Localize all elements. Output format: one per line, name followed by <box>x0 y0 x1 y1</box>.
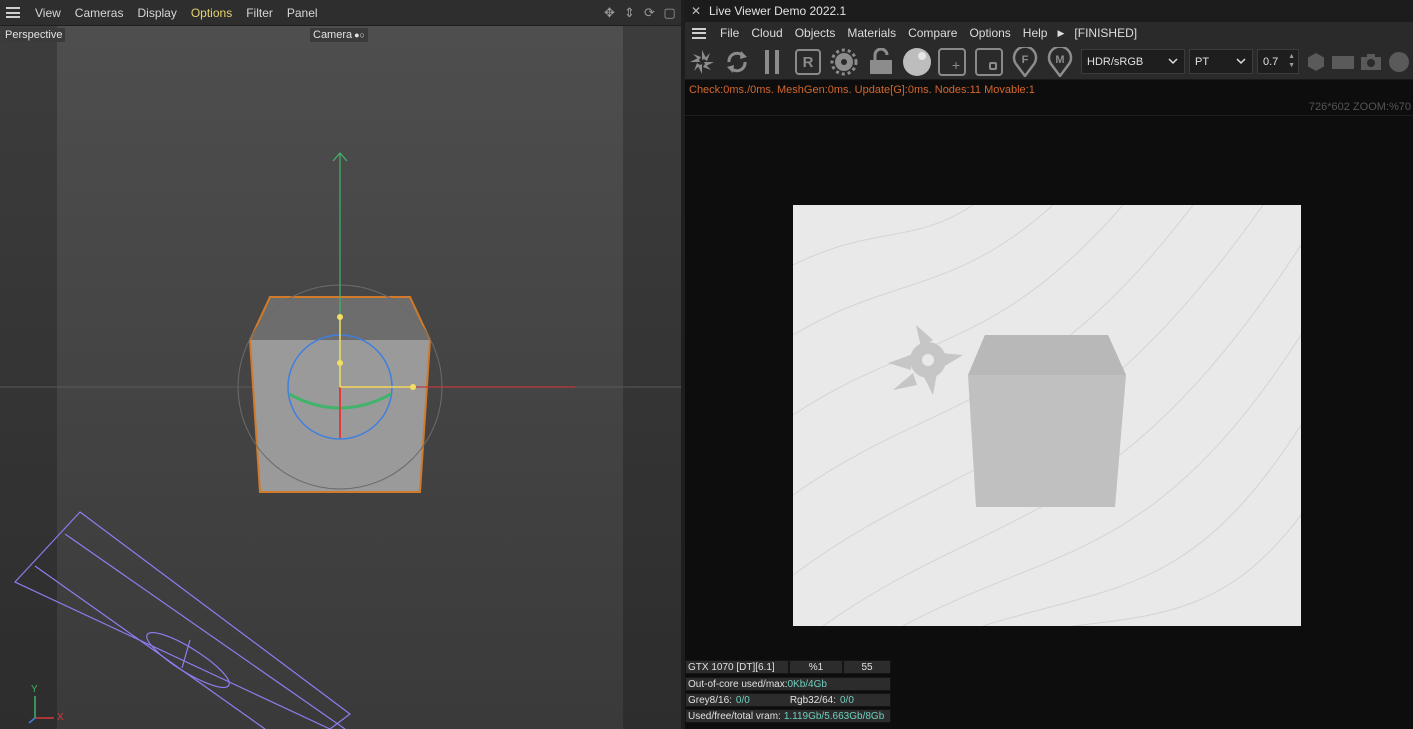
hamburger-menu-icon[interactable] <box>6 7 20 18</box>
live-viewer-panel: ✕ Live Viewer Demo 2022.1 File Cloud Obj… <box>685 0 1413 729</box>
pause-icon[interactable] <box>760 48 784 76</box>
gizmo-z <box>28 717 36 724</box>
grey-label: Grey8/16: <box>688 694 732 706</box>
kernel-select[interactable]: PT <box>1189 49 1253 74</box>
scene-drawing <box>0 152 681 729</box>
editor-viewport-panel: View Cameras Display Options Filter Pane… <box>0 0 681 729</box>
svg-text:M: M <box>1055 54 1064 66</box>
circle-icon[interactable] <box>1387 48 1411 76</box>
r-icon[interactable]: R <box>795 49 821 75</box>
live-viewer-toolbar: R + F M HDR/sRGB PT 0.7 ▲ ▼ <box>685 44 1413 80</box>
colorspace-value: HDR/sRGB <box>1087 55 1144 68</box>
gpu-temperature: 55 <box>843 660 891 674</box>
svg-text:F: F <box>1022 54 1029 66</box>
hexagon-icon[interactable] <box>1305 48 1327 76</box>
f-pin-icon[interactable]: F <box>1011 47 1039 77</box>
live-viewer-menubar: File Cloud Objects Materials Compare Opt… <box>685 22 1413 44</box>
refresh-icon[interactable] <box>721 48 753 76</box>
rendered-scene <box>793 205 1301 626</box>
rotate-view-icon[interactable]: ⟳ <box>642 5 657 20</box>
handle-dot-top <box>337 314 343 320</box>
vram-label: Used/free/total vram: <box>688 710 781 722</box>
texture-stat: Grey8/16: 0/0 Rgb32/64: 0/0 <box>685 693 891 707</box>
menu-panel[interactable]: Panel <box>280 6 325 20</box>
menu-display[interactable]: Display <box>130 6 183 20</box>
vram-stat: Used/free/total vram: 1.119Gb/5.663Gb/8Gb <box>685 709 891 723</box>
handle-dot-mid <box>337 360 343 366</box>
rgb-value: 0/0 <box>839 694 854 706</box>
add-region-icon[interactable]: + <box>938 48 966 76</box>
move-view-icon[interactable]: ✥ <box>602 5 617 20</box>
rendered-cube-top <box>968 335 1126 375</box>
more-arrow-icon[interactable]: ▶ <box>1053 28 1068 39</box>
grey-value: 0/0 <box>735 694 750 706</box>
colorspace-select[interactable]: HDR/sRGB <box>1081 49 1185 74</box>
chevron-down-icon <box>1236 58 1246 65</box>
camera-toggle-icon: ●○ <box>354 30 365 40</box>
out-of-core-stat: Out-of-core used/max: 0Kb/4Gb <box>685 677 891 691</box>
sphere-icon[interactable] <box>901 48 933 76</box>
menu-view[interactable]: View <box>28 6 68 20</box>
viewport-menubar: View Cameras Display Options Filter Pane… <box>0 0 681 26</box>
octane-logo-icon[interactable] <box>687 48 717 76</box>
camera-snapshot-icon[interactable] <box>1359 48 1383 76</box>
live-viewer-titlebar: ✕ Live Viewer Demo 2022.1 <box>685 0 1413 22</box>
kernel-value: PT <box>1195 55 1210 68</box>
camera-wireframe <box>13 511 352 729</box>
status-divider <box>685 115 1413 116</box>
dolly-view-icon[interactable]: ⇕ <box>622 5 637 20</box>
vram-value: 1.119Gb/5.663Gb/8Gb <box>783 710 885 722</box>
menu-options[interactable]: Options <box>963 26 1016 40</box>
3d-viewport[interactable]: Perspective Camera ●○ Y X <box>0 26 681 729</box>
viewport-projection-label[interactable]: Perspective <box>2 28 66 42</box>
axis-label-x: X <box>57 712 64 723</box>
gpu-name: GTX 1070 [DT][6.1] <box>685 660 789 674</box>
menu-options[interactable]: Options <box>184 6 239 20</box>
maximize-view-icon[interactable]: ▢ <box>662 5 677 20</box>
close-icon[interactable]: ✕ <box>687 4 705 18</box>
gear-icon[interactable] <box>829 48 859 76</box>
menu-materials[interactable]: Materials <box>841 26 902 40</box>
hamburger-menu-icon[interactable] <box>692 27 706 39</box>
camera-label[interactable]: Camera ●○ <box>310 28 368 42</box>
gpu-percent: %1 <box>789 660 843 674</box>
unlock-icon[interactable] <box>867 48 895 76</box>
chevron-down-icon <box>1168 58 1178 65</box>
menu-file[interactable]: File <box>714 26 745 40</box>
menu-filter[interactable]: Filter <box>239 6 280 20</box>
render-status-text: Check:0ms./0ms. MeshGen:0ms. Update[G]:0… <box>689 84 1035 96</box>
rectangle-icon[interactable] <box>1331 48 1355 76</box>
ooc-value: 0Kb/4Gb <box>787 678 827 690</box>
menu-help[interactable]: Help <box>1017 26 1054 40</box>
m-pin-icon[interactable]: M <box>1046 47 1074 77</box>
menu-cloud[interactable]: Cloud <box>745 26 788 40</box>
menu-cameras[interactable]: Cameras <box>68 6 131 20</box>
ooc-label: Out-of-core used/max: <box>688 678 788 690</box>
render-state: [FINISHED] <box>1074 26 1138 40</box>
rgb-label: Rgb32/64: <box>789 694 836 706</box>
zoom-readout: 726*602 ZOOM:%70 <box>1308 101 1411 113</box>
focus-region-icon[interactable] <box>975 48 1003 76</box>
axis-label-y: Y <box>31 684 38 695</box>
menu-objects[interactable]: Objects <box>789 26 842 40</box>
camera-label-text: Camera <box>313 29 353 41</box>
menu-compare[interactable]: Compare <box>902 26 963 40</box>
render-image[interactable] <box>793 205 1301 626</box>
value-stepper[interactable]: 0.7 ▲ ▼ <box>1257 49 1299 74</box>
window-title: Live Viewer Demo 2022.1 <box>709 4 847 18</box>
handle-dot-right <box>410 384 416 390</box>
stepper-arrows-icon[interactable]: ▲ ▼ <box>1288 52 1295 70</box>
stepper-value: 0.7 <box>1263 55 1279 68</box>
